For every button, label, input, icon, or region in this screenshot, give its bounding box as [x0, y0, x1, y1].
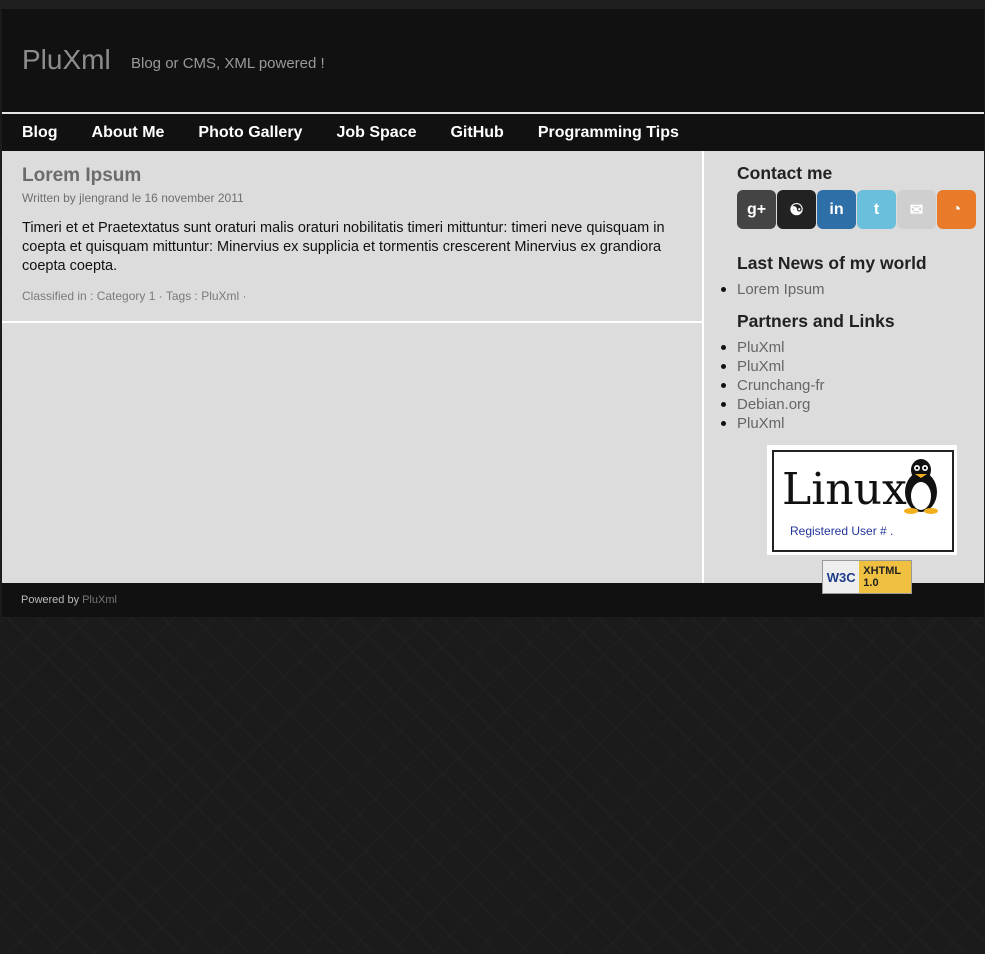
post: Lorem Ipsum Written by jlengrand le 16 n…: [2, 151, 702, 323]
top-strip: [0, 0, 985, 9]
xhtml-version: 1.0: [863, 577, 879, 589]
content-area: Lorem Ipsum Written by jlengrand le 16 n…: [2, 151, 984, 594]
link-item[interactable]: Crunchang-fr: [721, 376, 984, 395]
identica-icon[interactable]: ☯: [777, 190, 816, 229]
news-list: Lorem Ipsum: [721, 280, 984, 299]
linux-registered-badge[interactable]: Linux Registered User # .: [767, 445, 957, 555]
linkedin-icon[interactable]: in: [817, 190, 856, 229]
w3c-xhtml-badge[interactable]: W3C XHTML 1.0: [822, 560, 912, 594]
main-column: Lorem Ipsum Written by jlengrand le 16 n…: [2, 151, 704, 583]
linux-registered-text: Registered User # .: [790, 524, 894, 538]
w3c-logo: W3C: [826, 569, 856, 585]
nav-job-space[interactable]: Job Space: [336, 114, 416, 151]
site-header: PluXml Blog or CMS, XML powered !: [2, 9, 984, 114]
nav-github[interactable]: GitHub: [450, 114, 503, 151]
nav-blog[interactable]: Blog: [22, 114, 58, 151]
sidebar: Contact me g+ ☯ in t ✉ ◔ Last News of my worl…: [704, 151, 984, 594]
rss-icon[interactable]: ◔: [937, 190, 976, 229]
link-item[interactable]: Debian.org: [721, 395, 984, 414]
powered-by-link[interactable]: PluXml: [82, 594, 117, 606]
site-title[interactable]: PluXml: [22, 44, 111, 76]
powered-by-label: Powered by: [21, 594, 80, 606]
linux-badge-frame: Linux Registered User # .: [772, 450, 954, 552]
news-item[interactable]: Lorem Ipsum: [721, 280, 984, 299]
twitter-icon[interactable]: t: [857, 190, 896, 229]
news-heading: Last News of my world: [737, 253, 927, 273]
links-list: PluXml PluXml Crunchang-fr Debian.org Pl…: [721, 338, 984, 433]
email-icon[interactable]: ✉: [897, 190, 936, 229]
linux-wordmark: Linux: [782, 464, 907, 515]
post-footer: Classified in : Category 1 · Tags : PluX…: [22, 289, 247, 303]
main-nav: Blog About Me Photo Gallery Job Space Gi…: [2, 114, 984, 151]
nav-photo-gallery[interactable]: Photo Gallery: [198, 114, 302, 151]
xhtml-label: XHTML: [863, 565, 902, 577]
site-description: Blog or CMS, XML powered !: [131, 55, 325, 72]
tux-penguin-icon: [904, 459, 938, 514]
link-item[interactable]: PluXml: [721, 338, 984, 357]
page-wrapper: PluXml Blog or CMS, XML powered ! Blog A…: [2, 9, 984, 617]
nav-about-me[interactable]: About Me: [92, 114, 165, 151]
link-item[interactable]: PluXml: [721, 357, 984, 376]
google-plus-icon[interactable]: g+: [737, 190, 776, 229]
xhtml-version-label: XHTML 1.0: [859, 561, 911, 593]
contact-heading: Contact me: [737, 163, 833, 183]
nav-programming-tips[interactable]: Programming Tips: [538, 114, 679, 151]
post-body: Timeri et et Praetextatus sunt oraturi m…: [22, 220, 665, 274]
links-heading: Partners and Links: [737, 311, 895, 331]
link-item[interactable]: PluXml: [721, 414, 984, 433]
post-meta: Written by jlengrand le 16 november 2011: [22, 191, 244, 205]
post-title[interactable]: Lorem Ipsum: [22, 165, 682, 187]
social-icons: g+ ☯ in t ✉ ◔: [737, 190, 984, 229]
